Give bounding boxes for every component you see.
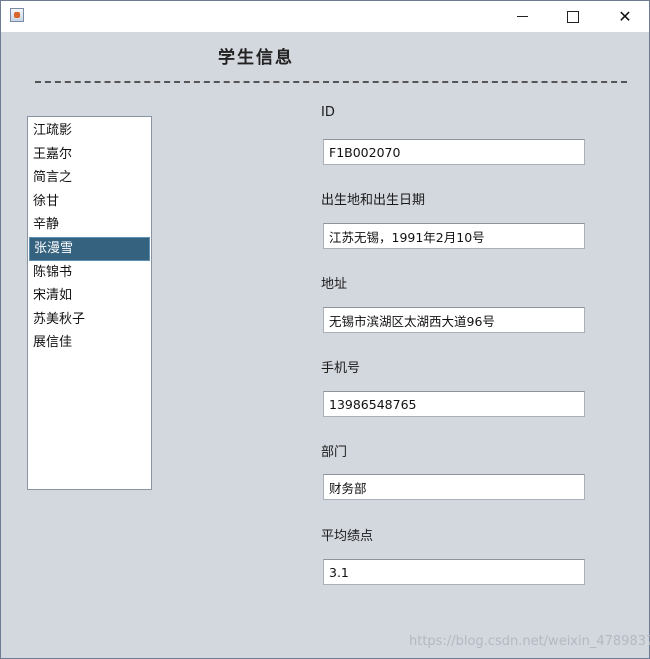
list-item-selected[interactable]: 张漫雪 [29, 236, 150, 261]
list-item[interactable]: 展信佳 [28, 331, 151, 355]
list-item[interactable]: 江疏影 [28, 119, 151, 143]
address-label: 地址 [321, 277, 348, 292]
list-item[interactable]: 王嘉尔 [28, 143, 151, 167]
phone-field[interactable] [323, 391, 585, 417]
page-title: 学生信息 [218, 48, 294, 68]
gpa-field[interactable] [323, 559, 585, 585]
address-field[interactable] [323, 307, 585, 333]
id-field[interactable] [323, 139, 585, 165]
student-list[interactable]: 江疏影 王嘉尔 简言之 徐甘 辛静 张漫雪 陈锦书 宋清如 苏美秋子 展信佳 [27, 116, 152, 490]
maximize-icon [567, 10, 579, 23]
java-app-icon[interactable] [10, 8, 24, 22]
birthplace-date-field[interactable] [323, 223, 585, 249]
department-field[interactable] [323, 474, 585, 500]
close-icon: ✕ [618, 6, 632, 26]
minimize-icon [516, 16, 528, 17]
gpa-label: 平均绩点 [321, 529, 374, 544]
title-bar[interactable]: ✕ [1, 1, 649, 32]
watermark-text: https://blog.csdn.net/weixin_47898370 [409, 634, 650, 649]
app-window: ✕ 学生信息 江疏影王嘉尔简言之徐甘辛静张漫雪陈锦书宋清如苏美秋子展信佳 ID 出… [0, 0, 650, 659]
department-label: 部门 [321, 445, 348, 460]
list-item[interactable]: 徐甘 [28, 190, 151, 214]
list-item[interactable]: 辛静 [28, 213, 151, 237]
phone-label: 手机号 [321, 361, 361, 376]
id-label: ID [321, 105, 335, 120]
list-item[interactable]: 宋清如 [28, 284, 151, 308]
birthplace-date-label: 出生地和出生日期 [321, 193, 426, 208]
maximize-button[interactable] [550, 1, 596, 32]
list-item[interactable]: 苏美秋子 [28, 308, 151, 332]
list-item[interactable]: 陈锦书 [28, 261, 151, 285]
list-item[interactable]: 简言之 [28, 166, 151, 190]
close-button[interactable]: ✕ [602, 1, 648, 32]
minimize-button[interactable] [499, 1, 545, 32]
dashed-separator [35, 81, 627, 83]
